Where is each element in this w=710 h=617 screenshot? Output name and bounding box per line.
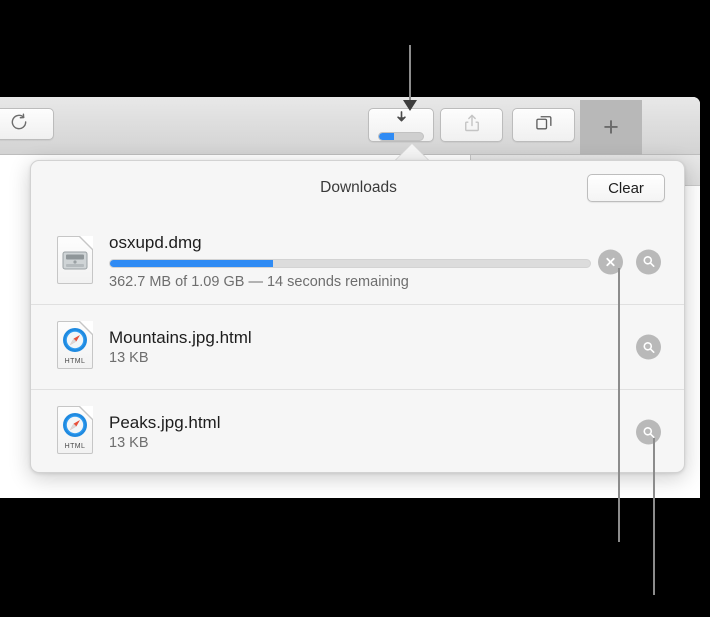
download-row[interactable]: osxupd.dmg 362.7 MB of 1.09 GB — 14 secon…: [31, 219, 685, 304]
disk-image-file-icon: [53, 236, 97, 288]
hard-disk-glyph: [61, 250, 89, 274]
reveal-in-finder-button[interactable]: [636, 335, 661, 360]
downloads-button-progress: [378, 132, 424, 141]
safari-compass-glyph: [62, 327, 88, 353]
file-document-shape: HTML: [57, 406, 93, 454]
download-status: 13 KB: [109, 349, 596, 367]
reload-button[interactable]: [0, 108, 54, 140]
file-document-shape: HTML: [57, 321, 93, 369]
callout-line-downloads-button: [409, 45, 411, 103]
callout-line-cancel-button: [618, 268, 620, 542]
reveal-in-finder-button[interactable]: [636, 420, 661, 445]
download-info: Peaks.jpg.html13 KB: [109, 390, 596, 473]
clear-button[interactable]: Clear: [587, 174, 665, 202]
new-tab-button[interactable]: +: [580, 100, 642, 155]
safari-html-file-icon: HTML: [53, 406, 97, 458]
share-icon: [462, 113, 482, 138]
reveal-in-finder-button[interactable]: [636, 249, 661, 274]
callout-arrowhead-downloads-button: [403, 100, 417, 111]
download-status: 362.7 MB of 1.09 GB — 14 seconds remaini…: [109, 273, 596, 291]
tab-overview-button[interactable]: [512, 108, 575, 142]
downloads-popover: Downloads Clear osxupd.dmg362.7 MB of 1.…: [30, 160, 685, 473]
download-file-name: osxupd.dmg: [109, 232, 596, 253]
safari-compass-glyph: [62, 412, 88, 438]
download-info: Mountains.jpg.html13 KB: [109, 305, 596, 389]
download-row[interactable]: HTML Peaks.jpg.html13 KB: [31, 389, 685, 473]
tab-overview-icon: [534, 113, 554, 138]
downloads-button[interactable]: [368, 108, 434, 142]
download-status: 13 KB: [109, 434, 596, 452]
downloads-button-progress-fill: [379, 133, 394, 140]
file-type-badge: HTML: [58, 358, 92, 365]
file-type-badge: HTML: [58, 443, 92, 450]
download-arrow-icon: [394, 110, 409, 130]
download-progress-fill: [110, 260, 273, 267]
screenshot-stage: + Downloads Clear osxupd.dmg362.7 MB of …: [0, 0, 710, 617]
download-file-name: Mountains.jpg.html: [109, 327, 596, 348]
download-progress-bar: [109, 259, 591, 268]
reload-icon: [9, 112, 29, 137]
download-row[interactable]: HTML Mountains.jpg.html13 KB: [31, 304, 685, 389]
callout-line-reveal-button: [653, 438, 655, 595]
popover-beak: [395, 144, 429, 161]
page-fold-corner: [80, 236, 93, 249]
safari-html-file-icon: HTML: [53, 321, 97, 373]
share-button[interactable]: [440, 108, 503, 142]
download-info: osxupd.dmg 362.7 MB of 1.09 GB — 14 secon…: [109, 219, 596, 304]
file-document-shape: [57, 236, 93, 284]
download-file-name: Peaks.jpg.html: [109, 412, 596, 433]
downloads-list: osxupd.dmg 362.7 MB of 1.09 GB — 14 secon…: [31, 219, 685, 473]
plus-icon: +: [603, 114, 619, 141]
